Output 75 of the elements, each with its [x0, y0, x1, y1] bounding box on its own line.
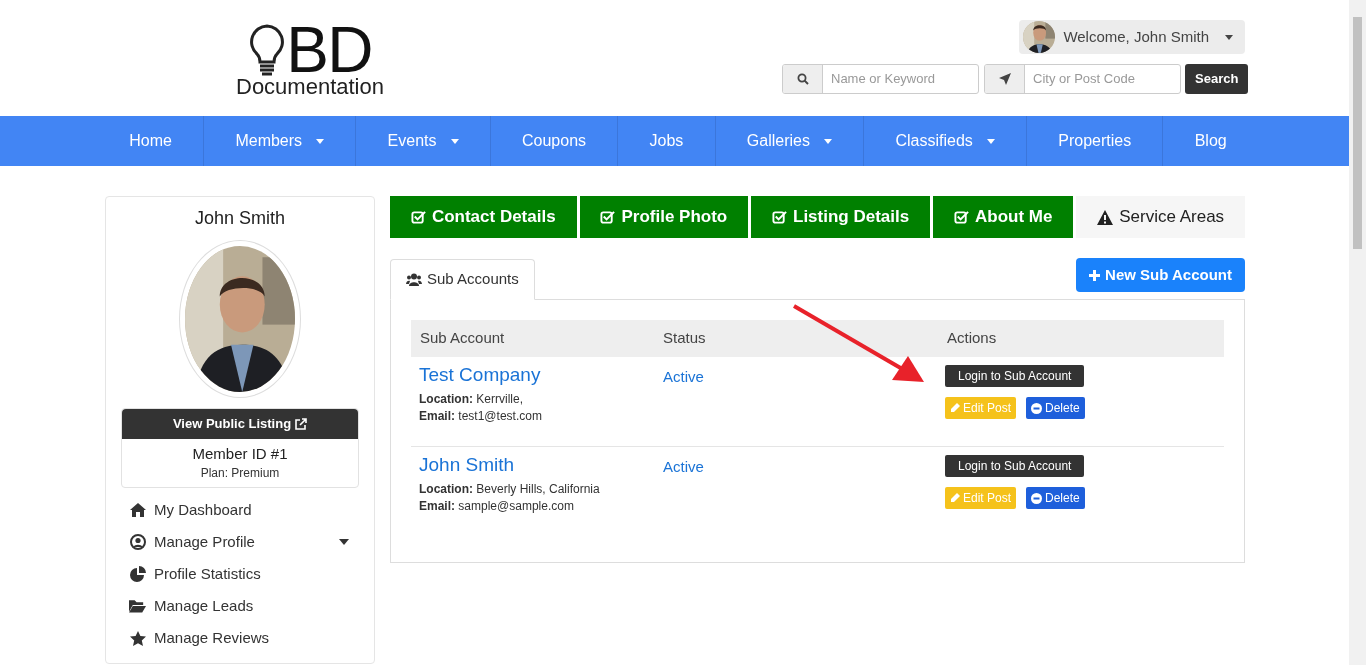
delete-button[interactable]: Delete — [1026, 397, 1085, 419]
profile-name: John Smith — [193, 207, 286, 230]
email-text: Email: test1@test.com — [419, 408, 543, 425]
nav-item[interactable]: Members — [204, 116, 357, 166]
email-text: Email: sample@sample.com — [419, 498, 575, 515]
new-sub-account-button[interactable]: New Sub Account — [1076, 258, 1245, 292]
location-search-field[interactable]: City or Post Code — [984, 64, 1181, 94]
location-text: Location: Beverly Hills, California — [419, 481, 601, 498]
column-header: Sub Account — [419, 328, 506, 349]
step-tab[interactable]: About Me — [933, 196, 1074, 238]
user-icon — [129, 534, 146, 550]
checkbox-icon — [410, 209, 426, 225]
logo-subtitle: Documentation — [236, 76, 384, 98]
expand-caret-icon — [339, 539, 349, 545]
pie-chart-icon — [129, 566, 146, 582]
caret-icon — [450, 138, 459, 144]
step-tab[interactable]: Contact Details — [390, 196, 577, 238]
caret-icon — [823, 138, 832, 144]
search-button[interactable]: Search — [1185, 64, 1249, 94]
logo-title: BD — [286, 22, 372, 78]
status-text: Active — [663, 458, 704, 475]
member-id: Member ID #1 — [191, 444, 289, 464]
nav-item[interactable]: Coupons — [490, 116, 619, 166]
login-button[interactable]: Login to Sub Account — [945, 455, 1085, 477]
sub-account-name[interactable]: John Smith — [419, 453, 646, 477]
sidebar-item[interactable]: Manage Profile — [121, 526, 359, 558]
star-icon — [129, 630, 146, 646]
sidebar-item[interactable]: Manage Leads — [121, 590, 359, 622]
sub-account-name[interactable]: Test Company — [419, 363, 646, 387]
pencil-icon — [950, 493, 960, 503]
nav-item[interactable]: Classifieds — [864, 116, 1028, 166]
nav-item[interactable]: Blog — [1163, 116, 1258, 166]
step-tab[interactable]: Listing Details — [751, 196, 931, 238]
keyword-search-field[interactable]: Name or Keyword — [782, 64, 979, 94]
warning-icon — [1097, 209, 1114, 225]
step-tab[interactable]: Service Areas — [1076, 196, 1246, 238]
search-icon — [796, 73, 809, 85]
minus-circle-icon — [1031, 402, 1043, 414]
caret-icon — [1225, 34, 1233, 40]
caret-icon — [316, 138, 325, 144]
minus-circle-icon — [1031, 492, 1043, 504]
users-icon — [406, 273, 422, 286]
location-arrow-icon — [998, 73, 1011, 85]
nav-item[interactable]: Events — [356, 116, 491, 166]
status-text: Active — [663, 368, 704, 385]
folder-icon — [129, 599, 146, 613]
external-link-icon — [295, 418, 308, 430]
home-icon — [129, 503, 146, 517]
caret-icon — [986, 138, 995, 144]
scrollbar[interactable] — [1349, 0, 1366, 665]
login-button[interactable]: Login to Sub Account — [945, 365, 1085, 387]
delete-button[interactable]: Delete — [1026, 487, 1085, 509]
plan-label: Plan: Premium — [199, 465, 281, 481]
sidebar-item[interactable]: Profile Statistics — [121, 558, 359, 590]
view-listing-button[interactable]: View Public Listing — [122, 409, 358, 439]
checkbox-icon — [772, 209, 787, 225]
nav-item[interactable]: Home — [98, 116, 205, 166]
tab[interactable]: Sub Accounts — [390, 259, 535, 300]
keyword-field[interactable]: Name or Keyword — [823, 65, 978, 93]
column-header: Actions — [946, 328, 998, 349]
step-tab[interactable]: Profile Photo — [579, 196, 749, 238]
pencil-icon — [950, 403, 960, 413]
user-menu[interactable]: Welcome, John Smith — [1019, 20, 1245, 54]
location-field[interactable]: City or Post Code — [1025, 65, 1180, 93]
plus-icon — [1089, 269, 1101, 281]
nav-item[interactable]: Properties — [1027, 116, 1164, 166]
lightbulb-icon — [248, 23, 287, 78]
location-text: Location: Kerrville, — [419, 391, 524, 408]
checkbox-icon — [954, 209, 969, 225]
column-header: Status — [662, 328, 707, 349]
nav-item[interactable]: Jobs — [618, 116, 716, 166]
nav-item[interactable]: Galleries — [715, 116, 865, 166]
sidebar-item[interactable]: Manage Reviews — [121, 622, 359, 654]
checkbox-icon — [600, 209, 616, 225]
sidebar-item[interactable]: My Dashboard — [121, 494, 359, 526]
